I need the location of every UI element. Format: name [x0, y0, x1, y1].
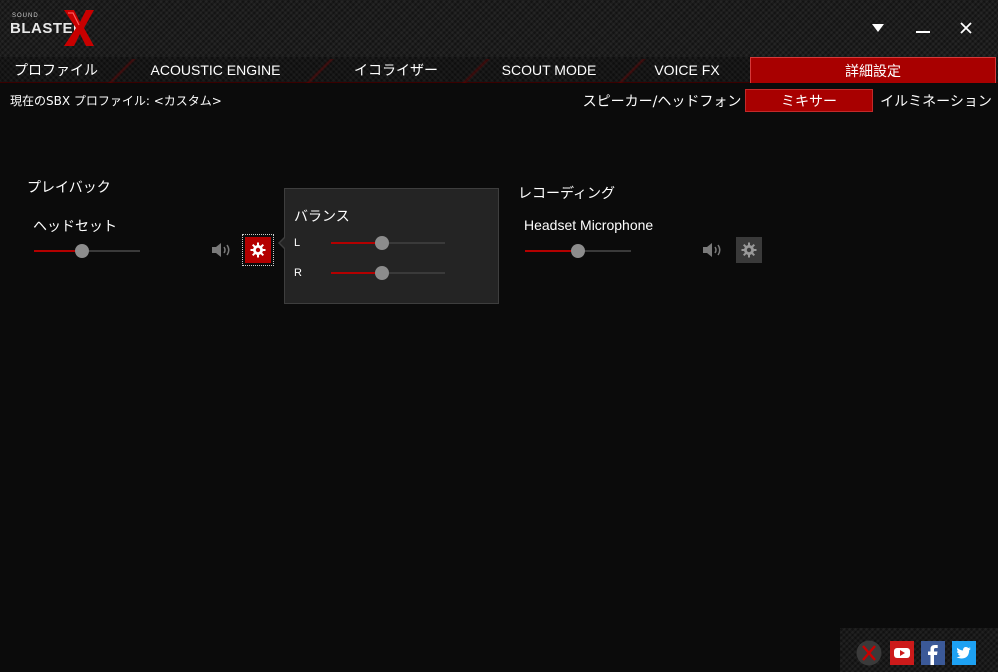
subtab-mixer[interactable]: ミキサー: [745, 89, 873, 112]
logo-small-text: SOUND: [12, 13, 39, 19]
current-profile-label: 現在のSBX プロファイル: <カスタム>: [10, 94, 222, 108]
left-balance-slider[interactable]: [331, 236, 445, 250]
right-channel-label: R: [294, 267, 302, 279]
speaker-icon: [212, 243, 230, 257]
main-tab-bar: プロファイル ACOUSTIC ENGINE イコライザー SCOUT MODE…: [0, 57, 998, 83]
facebook-link[interactable]: [921, 641, 945, 665]
close-button[interactable]: [951, 16, 981, 40]
logo-x-icon: [64, 10, 94, 46]
subtab-speakers-headphones[interactable]: スピーカー/ヘッドフォン: [583, 89, 742, 112]
recording-settings-button[interactable]: [736, 237, 762, 263]
close-icon: [960, 22, 972, 34]
left-channel-label: L: [294, 237, 301, 249]
tab-profile[interactable]: プロファイル: [0, 57, 112, 83]
slider-thumb[interactable]: [375, 236, 390, 250]
playback-mute-button[interactable]: [210, 240, 234, 260]
slider-thumb[interactable]: [375, 266, 390, 280]
subtab-illumination[interactable]: イルミネーション: [880, 89, 992, 112]
gear-icon: [741, 242, 757, 258]
playback-settings-button[interactable]: [242, 234, 274, 266]
tab-acoustic-engine[interactable]: ACOUSTIC ENGINE: [128, 57, 303, 83]
recording-mute-button[interactable]: [701, 240, 725, 260]
popup-arrow-inner: [280, 238, 285, 248]
recording-device-name: Headset Microphone: [524, 217, 654, 233]
minimize-icon: [916, 31, 930, 33]
social-links-bar: [840, 628, 998, 672]
tab-equalizer[interactable]: イコライザー: [330, 57, 462, 83]
x-logo-icon: [856, 640, 882, 666]
title-bar: SOUND BLASTER: [0, 0, 998, 57]
sound-blaster-link[interactable]: [856, 640, 882, 666]
twitter-link[interactable]: [952, 641, 976, 665]
balance-title: バランス: [294, 209, 350, 225]
right-balance-slider[interactable]: [331, 266, 445, 280]
tab-scout-mode[interactable]: SCOUT MODE: [480, 57, 618, 83]
youtube-link[interactable]: [890, 641, 914, 665]
gear-icon: [250, 242, 266, 258]
speaker-icon: [703, 243, 721, 257]
tab-voice-fx[interactable]: VOICE FX: [636, 57, 738, 83]
chevron-down-icon: [872, 24, 884, 32]
tab-advanced-settings[interactable]: 詳細設定: [750, 57, 996, 83]
slider-thumb[interactable]: [571, 244, 585, 258]
facebook-icon: [921, 641, 945, 665]
playback-volume-slider[interactable]: [34, 244, 140, 258]
recording-volume-slider[interactable]: [525, 244, 631, 258]
balance-popup: バランス L R: [284, 188, 499, 304]
playback-device-name: ヘッドセット: [33, 218, 117, 234]
youtube-icon: [890, 641, 914, 665]
sound-blaster-x-logo: SOUND BLASTER: [8, 6, 98, 50]
minimize-button[interactable]: [908, 16, 938, 40]
twitter-icon: [952, 641, 976, 665]
recording-section-title: レコーディング: [518, 186, 616, 202]
slider-thumb[interactable]: [74, 244, 89, 258]
dropdown-button[interactable]: [863, 16, 893, 40]
playback-section-title: プレイバック: [27, 180, 111, 196]
